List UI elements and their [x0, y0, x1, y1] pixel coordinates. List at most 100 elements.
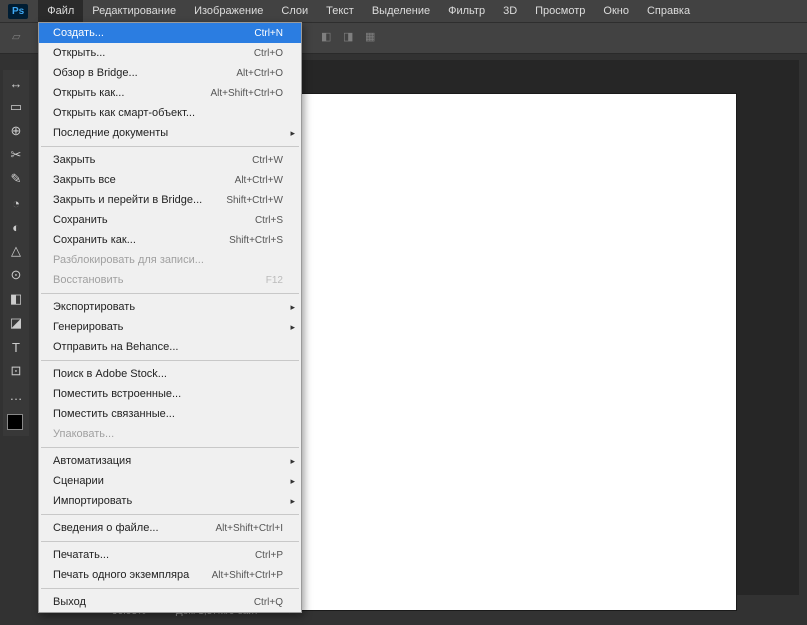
menu-item[interactable]: Открыть... Ctrl+O — [39, 43, 301, 63]
menu-item-shortcut: Shift+Ctrl+S — [229, 235, 283, 246]
menu-item: Разблокировать для записи... — [39, 250, 301, 270]
tool-icon[interactable]: ⊡ — [5, 360, 27, 382]
menu-item-label: Закрыть все — [53, 174, 116, 186]
menu-item-label: Поиск в Adobe Stock... — [53, 368, 167, 380]
mode-icon[interactable]: ◧ — [321, 30, 337, 46]
submenu-arrow-icon: ▸ — [290, 128, 295, 139]
menu-item-label: Отправить на Behance... — [53, 341, 178, 353]
menu-item-label: Открыть... — [53, 47, 105, 59]
menu-item[interactable]: Поместить связанные... — [39, 404, 301, 424]
menu-item[interactable]: Последние документы ▸ — [39, 123, 301, 143]
menu-item[interactable]: Закрыть и перейти в Bridge...Shift+Ctrl+… — [39, 190, 301, 210]
tool-icon[interactable]: ◔ — [5, 192, 27, 214]
menu-item-shortcut: Ctrl+Q — [254, 597, 283, 608]
tool-icon[interactable]: ↔ — [5, 72, 27, 94]
color-swatch[interactable] — [5, 412, 27, 434]
tool-icon[interactable]: ⊕ — [5, 120, 27, 142]
tool-icon[interactable]: ✎ — [5, 168, 27, 190]
menu-separator — [41, 447, 299, 448]
menu-item-label: Экспортировать — [53, 301, 135, 313]
menu-item[interactable]: СохранитьCtrl+S — [39, 210, 301, 230]
menu-item-label: Поместить встроенные... — [53, 388, 181, 400]
menu-item: Упаковать... — [39, 424, 301, 444]
submenu-arrow-icon: ▸ — [290, 496, 295, 507]
menu-item[interactable]: Открыть как... Alt+Shift+Ctrl+O — [39, 83, 301, 103]
menu-item-shortcut: Ctrl+W — [252, 155, 283, 166]
tool-icon[interactable]: ⊙ — [5, 264, 27, 286]
menu-item-label: Печатать... — [53, 549, 109, 561]
menu-item-shortcut: F12 — [266, 275, 283, 286]
menu-separator — [41, 588, 299, 589]
menu-separator — [41, 293, 299, 294]
menu-item[interactable]: Отправить на Behance... — [39, 337, 301, 357]
app-logo: Ps — [8, 4, 28, 19]
tool-icon[interactable]: ◪ — [5, 312, 27, 334]
menu-item[interactable]: Генерировать▸ — [39, 317, 301, 337]
toolbox: ↔▭⊕✂✎◔◐△⊙◧◪T⊡… — [3, 70, 29, 436]
menu-item-label: Разблокировать для записи... — [53, 254, 204, 266]
menu-фильтр[interactable]: Фильтр — [439, 0, 494, 22]
menu-слои[interactable]: Слои — [272, 0, 317, 22]
menu-текст[interactable]: Текст — [317, 0, 363, 22]
menu-separator — [41, 541, 299, 542]
menu-item-label: Упаковать... — [53, 428, 114, 440]
menu-item-label: Закрыть — [53, 154, 95, 166]
menu-редактирование[interactable]: Редактирование — [83, 0, 185, 22]
menu-просмотр[interactable]: Просмотр — [526, 0, 594, 22]
menu-item[interactable]: Печать одного экземпляраAlt+Shift+Ctrl+P — [39, 565, 301, 585]
tool-icon[interactable]: … — [5, 384, 27, 406]
mode-group: ◧ ◨ ▦ — [321, 30, 381, 46]
tool-icon[interactable]: ✂ — [5, 144, 27, 166]
menu-item[interactable]: Закрыть Ctrl+W — [39, 150, 301, 170]
menu-3d[interactable]: 3D — [494, 0, 526, 22]
menu-item-label: Открыть как... — [53, 87, 124, 99]
menu-файл[interactable]: Файл — [38, 0, 83, 22]
tool-icon[interactable]: ◐ — [5, 216, 27, 238]
menu-item: ВосстановитьF12 — [39, 270, 301, 290]
menu-item-label: Поместить связанные... — [53, 408, 175, 420]
menu-item[interactable]: Поместить встроенные... — [39, 384, 301, 404]
tool-icon[interactable]: △ — [5, 240, 27, 262]
menu-item[interactable]: Открыть как смарт-объект... — [39, 103, 301, 123]
menu-item[interactable]: Создать...Ctrl+N — [39, 23, 301, 43]
menu-item[interactable]: Сведения о файле...Alt+Shift+Ctrl+I — [39, 518, 301, 538]
menu-item-label: Генерировать — [53, 321, 123, 333]
menu-item-shortcut: Alt+Shift+Ctrl+O — [210, 88, 283, 99]
menu-item[interactable]: Сценарии▸ — [39, 471, 301, 491]
menu-изображение[interactable]: Изображение — [185, 0, 272, 22]
mode-icon[interactable]: ▦ — [365, 30, 381, 46]
menu-item-shortcut: Alt+Ctrl+O — [236, 68, 283, 79]
tool-icon[interactable]: ▭ — [5, 96, 27, 118]
menu-справка[interactable]: Справка — [638, 0, 699, 22]
menu-item[interactable]: Закрыть все Alt+Ctrl+W — [39, 170, 301, 190]
menu-item[interactable]: ВыходCtrl+Q — [39, 592, 301, 612]
menu-item-label: Последние документы — [53, 127, 168, 139]
tool-icon[interactable]: T — [5, 336, 27, 358]
menu-item-shortcut: Alt+Shift+Ctrl+P — [212, 570, 283, 581]
menu-item[interactable]: Экспортировать▸ — [39, 297, 301, 317]
menu-item-label: Открыть как смарт-объект... — [53, 107, 195, 119]
menu-item[interactable]: Автоматизация▸ — [39, 451, 301, 471]
menu-окно[interactable]: Окно — [594, 0, 638, 22]
submenu-arrow-icon: ▸ — [290, 476, 295, 487]
menu-item[interactable]: Печатать... Ctrl+P — [39, 545, 301, 565]
menu-item[interactable]: Поиск в Adobe Stock... — [39, 364, 301, 384]
tool-preset-icon[interactable]: ▱ — [12, 30, 28, 46]
menu-item-label: Сохранить — [53, 214, 108, 226]
menu-item[interactable]: Обзор в Bridge...Alt+Ctrl+O — [39, 63, 301, 83]
menu-item-label: Автоматизация — [53, 455, 131, 467]
menu-separator — [41, 360, 299, 361]
menu-item-shortcut: Shift+Ctrl+W — [226, 195, 283, 206]
menu-item[interactable]: Сохранить как...Shift+Ctrl+S — [39, 230, 301, 250]
menu-item-shortcut: Alt+Shift+Ctrl+I — [215, 523, 283, 534]
menu-item[interactable]: Импортировать▸ — [39, 491, 301, 511]
tool-icon[interactable]: ◧ — [5, 288, 27, 310]
menubar: Ps ФайлРедактированиеИзображениеСлоиТекс… — [0, 0, 807, 22]
menu-item-shortcut: Alt+Ctrl+W — [235, 175, 283, 186]
menu-item-shortcut: Ctrl+P — [255, 550, 283, 561]
menu-выделение[interactable]: Выделение — [363, 0, 439, 22]
file-menu-dropdown: Создать...Ctrl+N Открыть... Ctrl+O Обзор в … — [38, 22, 302, 613]
menu-separator — [41, 514, 299, 515]
mode-icon[interactable]: ◨ — [343, 30, 359, 46]
menu-item-shortcut: Ctrl+O — [254, 48, 283, 59]
